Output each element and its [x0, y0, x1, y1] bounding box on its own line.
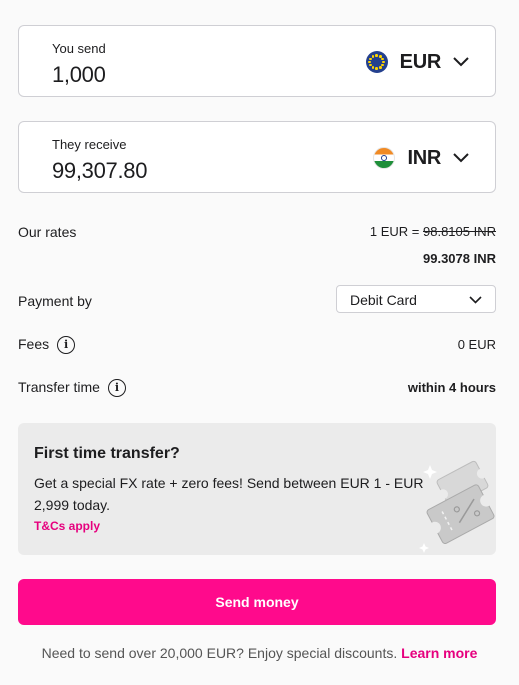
- rate-prefix: 1 EUR =: [369, 224, 420, 239]
- receive-amount-input[interactable]: 99,307.80: [52, 158, 147, 184]
- send-money-button[interactable]: Send money: [18, 579, 496, 625]
- receive-label: They receive: [52, 137, 127, 152]
- chevron-down-icon: [453, 57, 469, 67]
- india-flag-icon: [373, 147, 396, 169]
- first-transfer-promo: First time transfer? Get a special FX ra…: [18, 423, 496, 555]
- chevron-down-icon: [453, 153, 469, 163]
- rates-label: Our rates: [18, 224, 77, 240]
- footer-text: Need to send over 20,000 EUR? Enjoy spec…: [41, 645, 398, 661]
- receive-currency-selector[interactable]: INR: [373, 146, 469, 170]
- payment-method-value: Debit Card: [350, 292, 417, 308]
- transfer-time-row: Transfer time i within 4 hours: [18, 377, 496, 398]
- info-icon[interactable]: i: [57, 336, 76, 355]
- old-rate: 98.8105 INR: [423, 224, 496, 239]
- send-currency-selector[interactable]: EUR: [365, 50, 469, 74]
- fees-label-group: Fees i: [18, 336, 76, 355]
- send-amount-box[interactable]: You send 1,000 EUR: [18, 25, 496, 97]
- send-currency-code: EUR: [399, 50, 442, 73]
- learn-more-link[interactable]: Learn more: [401, 645, 477, 661]
- rates-values: 1 EUR = 98.8105 INR 99.3078 INR: [370, 224, 496, 266]
- rates-row: Our rates 1 EUR = 98.8105 INR 99.3078 IN…: [18, 224, 496, 268]
- send-label: You send: [52, 41, 106, 56]
- payment-label: Payment by: [18, 293, 92, 309]
- receive-amount-box[interactable]: They receive 99,307.80 INR: [18, 121, 496, 193]
- ticket-illustration-icon: [419, 460, 495, 553]
- chevron-down-icon: [469, 296, 482, 304]
- terms-link[interactable]: T&Cs apply: [34, 519, 100, 533]
- fees-label: Fees: [18, 336, 50, 352]
- send-amount-input[interactable]: 1,000: [52, 62, 106, 88]
- payment-row: Payment by Debit Card: [18, 285, 496, 313]
- promo-body: Get a special FX rate + zero fees! Send …: [34, 475, 424, 513]
- transfer-time-value: within 4 hours: [407, 380, 496, 395]
- payment-method-select[interactable]: Debit Card: [336, 285, 496, 313]
- promo-title: First time transfer?: [34, 445, 180, 462]
- footer-note: Need to send over 20,000 EUR? Enjoy spec…: [0, 645, 519, 661]
- eu-flag-icon: [365, 51, 388, 73]
- transfer-time-label-group: Transfer time i: [18, 379, 126, 398]
- fees-value: 0 EUR: [457, 337, 496, 352]
- receive-currency-code: INR: [407, 146, 441, 169]
- transfer-time-label: Transfer time: [18, 379, 100, 395]
- fees-row: Fees i 0 EUR: [18, 334, 496, 355]
- transfer-widget: You send 1,000 EUR They receive 99,307.8…: [0, 0, 519, 685]
- info-icon[interactable]: i: [107, 379, 126, 398]
- new-rate: 99.3078 INR: [423, 251, 496, 266]
